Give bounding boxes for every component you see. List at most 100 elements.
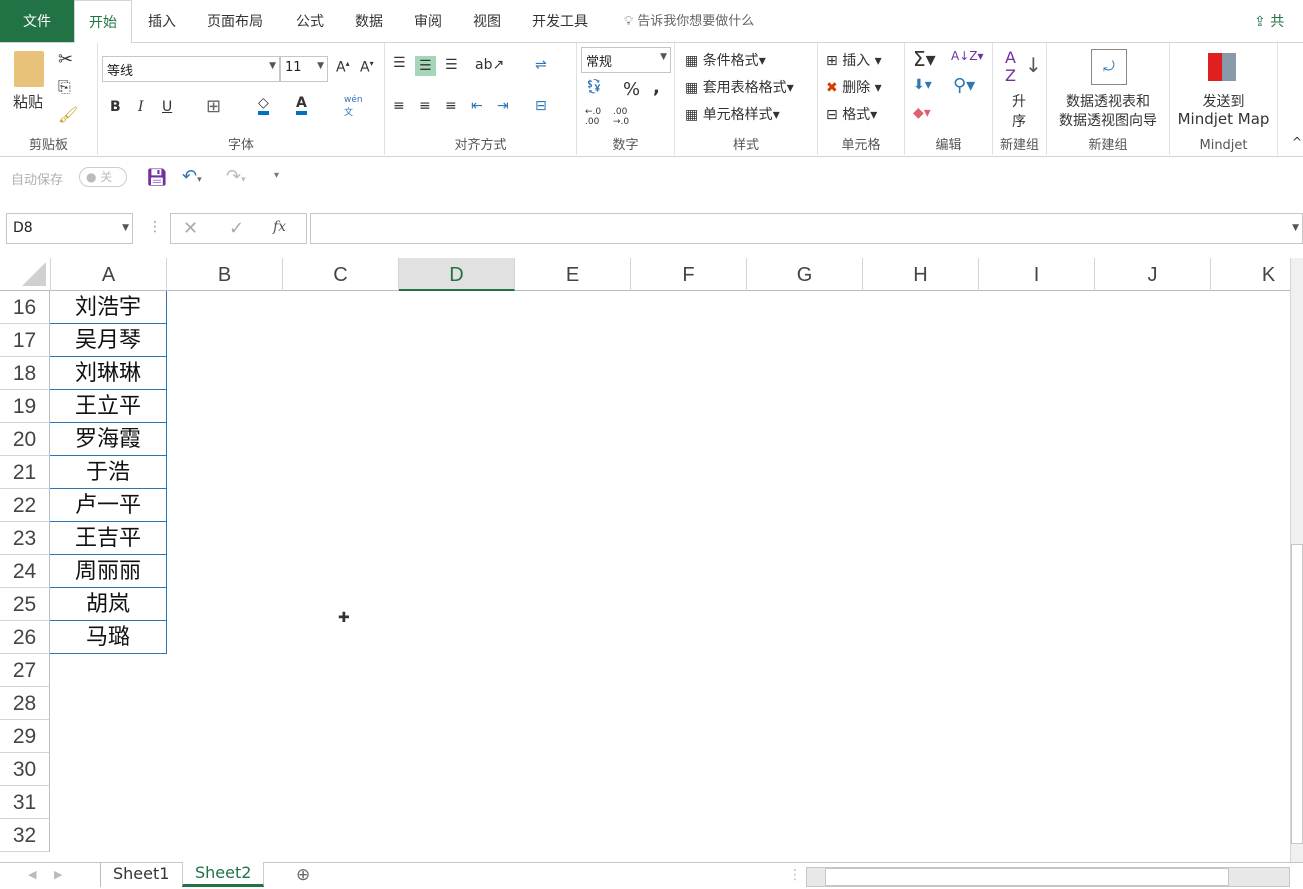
row-header[interactable]: 25: [0, 588, 50, 621]
paste-button[interactable]: 粘贴: [13, 91, 43, 112]
sort-text-1[interactable]: 升: [1012, 91, 1026, 111]
pivot-text-1[interactable]: 数据透视表和: [1047, 91, 1169, 111]
autosave-toggle[interactable]: ● 关: [79, 167, 127, 187]
decrease-font-icon[interactable]: A▾: [360, 59, 374, 76]
sheet-tab-sheet1[interactable]: Sheet1: [100, 863, 181, 887]
phonetic-icon[interactable]: wén 文: [344, 95, 363, 118]
currency-icon[interactable]: 💱︎: [585, 79, 603, 95]
paste-icon[interactable]: [14, 51, 44, 87]
bold-button[interactable]: B: [110, 99, 121, 115]
insert-cells-button[interactable]: ⊞ 插入 ▾: [826, 50, 882, 70]
cell-styles-button[interactable]: ▦ 单元格样式▾: [685, 104, 780, 124]
column-header-j[interactable]: J: [1095, 258, 1211, 291]
align-middle-icon[interactable]: ☰: [415, 56, 436, 76]
tell-me-search[interactable]: 💡︎ 告诉我你想要做什么: [610, 0, 768, 43]
row-header[interactable]: 17: [0, 324, 50, 357]
cell-a[interactable]: 周丽丽: [50, 555, 167, 588]
decrease-indent-icon[interactable]: ⇤: [471, 98, 483, 114]
expand-formula-icon[interactable]: ▼: [1292, 223, 1299, 233]
fill-color-icon[interactable]: ◇: [258, 95, 269, 115]
tab-view[interactable]: 视图: [459, 0, 515, 43]
copy-icon[interactable]: ⎘: [58, 77, 71, 97]
collapse-ribbon-icon[interactable]: ^: [1292, 135, 1302, 149]
wrap-text-icon[interactable]: ⇌: [535, 57, 547, 73]
tab-developer[interactable]: 开发工具: [518, 0, 602, 43]
row-header[interactable]: 28: [0, 687, 50, 720]
save-icon[interactable]: 💾︎: [146, 168, 168, 188]
cell-a[interactable]: 马璐: [50, 621, 167, 654]
column-header-i[interactable]: I: [979, 258, 1095, 291]
formula-bar-options-icon[interactable]: ⋮: [148, 219, 162, 235]
increase-font-icon[interactable]: A▴: [336, 59, 350, 76]
fill-icon[interactable]: ⬇▾: [913, 77, 932, 93]
row-header[interactable]: 16: [0, 291, 50, 324]
share-button[interactable]: ⇪ 共享: [1240, 0, 1303, 74]
clear-icon[interactable]: ◆▾: [913, 105, 931, 121]
tab-formulas[interactable]: 公式: [282, 0, 338, 43]
row-header[interactable]: 19: [0, 390, 50, 423]
format-cells-button[interactable]: ⊟ 格式▾: [826, 104, 877, 124]
tab-insert[interactable]: 插入: [134, 0, 190, 43]
cell-a[interactable]: 卢一平: [50, 489, 167, 522]
name-box[interactable]: D8 ▼: [6, 213, 133, 244]
column-header-b[interactable]: B: [167, 258, 283, 291]
formula-input[interactable]: ▼: [310, 213, 1303, 244]
delete-cells-button[interactable]: ✖ 删除 ▾: [826, 77, 882, 97]
tab-file[interactable]: 文件: [0, 0, 74, 42]
row-header[interactable]: 20: [0, 423, 50, 456]
number-format-select[interactable]: 常规 ▼: [581, 47, 671, 73]
pivot-wizard-icon[interactable]: ⤾: [1091, 49, 1127, 85]
align-top-icon[interactable]: ☰: [393, 55, 406, 71]
underline-button[interactable]: U: [162, 99, 172, 115]
pivot-text-2[interactable]: 数据透视图向导: [1047, 110, 1169, 130]
align-right-icon[interactable]: ≡: [445, 98, 457, 114]
row-header[interactable]: 32: [0, 819, 50, 852]
font-name-select[interactable]: 等线 ▼: [102, 56, 280, 82]
cancel-icon[interactable]: ✕: [183, 218, 198, 239]
row-header[interactable]: 18: [0, 357, 50, 390]
enter-icon[interactable]: ✓: [229, 218, 244, 239]
row-header[interactable]: 30: [0, 753, 50, 786]
increase-indent-icon[interactable]: ⇥: [497, 98, 509, 114]
column-header-g[interactable]: G: [747, 258, 863, 291]
italic-button[interactable]: I: [138, 99, 144, 115]
tab-review[interactable]: 审阅: [400, 0, 456, 43]
percent-button[interactable]: %: [623, 79, 640, 100]
column-header-c[interactable]: C: [283, 258, 399, 291]
row-header[interactable]: 27: [0, 654, 50, 687]
row-header[interactable]: 26: [0, 621, 50, 654]
borders-icon[interactable]: ⊞: [206, 96, 221, 117]
splitter-handle[interactable]: ⋮: [788, 867, 802, 883]
cell-a[interactable]: 于浩: [50, 456, 167, 489]
align-bottom-icon[interactable]: ☰: [445, 57, 458, 73]
redo-icon[interactable]: ↷▾: [226, 166, 246, 187]
cell-a[interactable]: 刘琳琳: [50, 357, 167, 390]
column-header-e[interactable]: E: [515, 258, 631, 291]
mindjet-text-1[interactable]: 发送到: [1170, 91, 1277, 111]
sort-text-2[interactable]: 序: [1012, 111, 1026, 131]
vertical-scroll-thumb[interactable]: [1291, 544, 1303, 844]
sort-filter-icon[interactable]: A↓Z▾: [951, 49, 984, 63]
comma-button[interactable]: ,: [653, 77, 660, 98]
font-color-icon[interactable]: A: [296, 95, 307, 115]
decrease-decimal-icon[interactable]: .00 →.0: [613, 107, 629, 127]
orientation-icon[interactable]: ab↗: [475, 57, 504, 73]
align-center-icon[interactable]: ≡: [419, 98, 431, 114]
select-all-corner[interactable]: [0, 258, 51, 291]
row-header[interactable]: 23: [0, 522, 50, 555]
mindjet-logo-icon[interactable]: [1208, 53, 1236, 81]
cell-a[interactable]: 罗海霞: [50, 423, 167, 456]
horizontal-scroll-thumb[interactable]: [825, 868, 1229, 886]
customize-qat-icon[interactable]: ▾: [274, 170, 279, 181]
row-header[interactable]: 24: [0, 555, 50, 588]
align-left-icon[interactable]: ≡: [393, 98, 405, 114]
merge-center-icon[interactable]: ⊟: [535, 98, 547, 114]
column-header-h[interactable]: H: [863, 258, 979, 291]
tab-page-layout[interactable]: 页面布局: [193, 0, 277, 43]
row-header[interactable]: 21: [0, 456, 50, 489]
mindjet-text-2[interactable]: Mindjet Map: [1170, 110, 1277, 128]
cell-a[interactable]: 胡岚: [50, 588, 167, 621]
sort-ascending-icon[interactable]: AZ: [1005, 49, 1016, 85]
row-header[interactable]: 31: [0, 786, 50, 819]
undo-icon[interactable]: ↶▾: [182, 166, 202, 187]
